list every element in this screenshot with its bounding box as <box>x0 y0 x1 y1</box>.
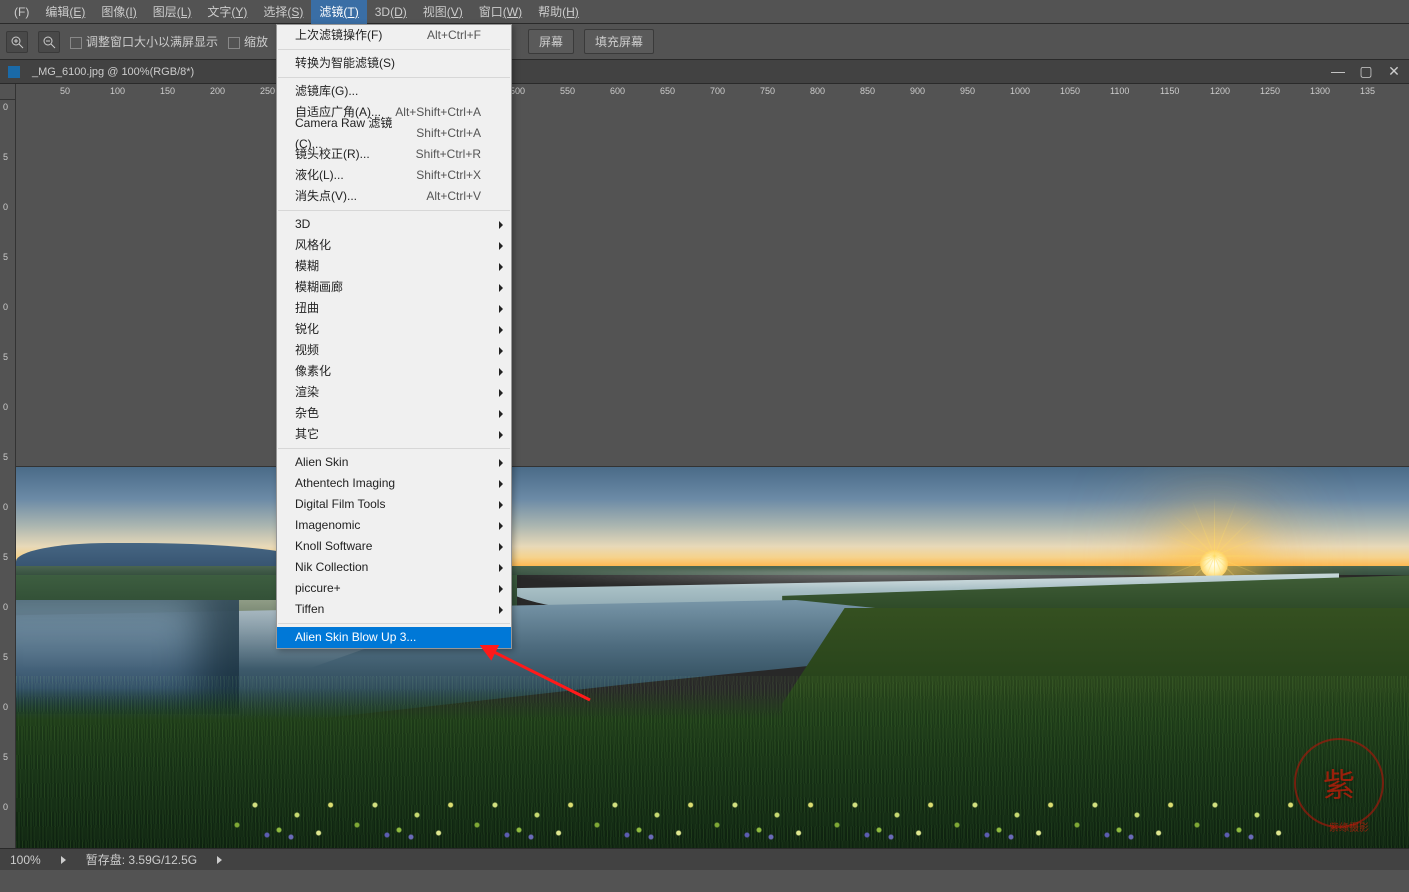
menu-image[interactable]: 图像(I) <box>93 0 144 24</box>
scratch-disk-info: 暂存盘: 3.59G/12.5G <box>86 851 197 868</box>
minimize-button[interactable]: — <box>1329 62 1347 80</box>
menuitem-plugin-7[interactable]: Tiffen <box>277 599 511 620</box>
menuitem-filtercat-2[interactable]: 模糊 <box>277 256 511 277</box>
ruler-corner <box>0 84 16 100</box>
menu-edit[interactable]: 编辑(E) <box>37 0 93 24</box>
horizontal-ruler[interactable]: 0501001502002503003504004505005506006507… <box>16 84 1409 467</box>
menu-filter[interactable]: 滤镜(T) <box>311 0 366 24</box>
fit-screen-button[interactable]: 屏幕 <box>528 29 574 54</box>
menu-separator <box>278 623 510 624</box>
menuitem-filtercat-0[interactable]: 3D <box>277 214 511 235</box>
canvas[interactable]: 紫 紫缘摄影 <box>16 467 1409 849</box>
menu-separator <box>278 49 510 50</box>
menuitem-convert-smart[interactable]: 转换为智能滤镜(S) <box>277 53 511 74</box>
menu-window[interactable]: 窗口(W) <box>471 0 530 24</box>
menu-separator <box>278 77 510 78</box>
close-button[interactable]: ✕ <box>1385 62 1403 80</box>
options-bar: 调整窗口大小以满屏显示 缩放 屏幕 填充屏幕 <box>0 24 1409 60</box>
menuitem-plugin-0[interactable]: Alien Skin <box>277 452 511 473</box>
menu-layer[interactable]: 图层(L) <box>145 0 200 24</box>
menuitem-filtercat-10[interactable]: 其它 <box>277 424 511 445</box>
watermark-subtitle: 紫缘摄影 <box>1329 819 1369 834</box>
image-content: 紫 紫缘摄影 <box>16 467 1409 849</box>
menuitem-plugin-5[interactable]: Nik Collection <box>277 557 511 578</box>
vertical-ruler[interactable]: 0505050505050505 <box>0 100 16 848</box>
menuitem-filtercat-6[interactable]: 视频 <box>277 340 511 361</box>
menu-separator <box>278 448 510 449</box>
menu-separator <box>278 210 510 211</box>
menuitem-plugin-1[interactable]: Athentech Imaging <box>277 473 511 494</box>
menu-help[interactable]: 帮助(H) <box>530 0 587 24</box>
zoom-checkbox[interactable]: 缩放 <box>228 33 268 50</box>
maximize-button[interactable]: ▢ <box>1357 62 1375 80</box>
menuitem-vanishing-point[interactable]: 消失点(V)...Alt+Ctrl+V <box>277 186 511 207</box>
resize-window-checkbox[interactable]: 调整窗口大小以满屏显示 <box>70 33 218 50</box>
status-arrow-icon[interactable] <box>61 856 66 864</box>
menuitem-filtercat-7[interactable]: 像素化 <box>277 361 511 382</box>
menuitem-last-filter[interactable]: 上次滤镜操作(F)Alt+Ctrl+F <box>277 25 511 46</box>
zoom-level[interactable]: 100% <box>10 853 41 867</box>
menuitem-filtercat-9[interactable]: 杂色 <box>277 403 511 424</box>
zoom-in-icon[interactable] <box>6 31 28 53</box>
menuitem-filtercat-3[interactable]: 模糊画廊 <box>277 277 511 298</box>
document-tab[interactable]: _MG_6100.jpg @ 100%(RGB/8*) <box>24 64 202 80</box>
canvas-area: 0505050505050505 05010015020025030035040… <box>0 84 1409 848</box>
menubar: (F) 编辑(E) 图像(I) 图层(L) 文字(Y) 选择(S) 滤镜(T) … <box>0 0 1409 24</box>
menuitem-plugin-2[interactable]: Digital Film Tools <box>277 494 511 515</box>
menu-file[interactable]: (F) <box>6 0 37 24</box>
menuitem-lens-correction[interactable]: 镜头校正(R)...Shift+Ctrl+R <box>277 144 511 165</box>
watermark: 紫 <box>1294 738 1384 828</box>
menuitem-liquify[interactable]: 液化(L)...Shift+Ctrl+X <box>277 165 511 186</box>
menu-select[interactable]: 选择(S) <box>255 0 311 24</box>
menuitem-filtercat-1[interactable]: 风格化 <box>277 235 511 256</box>
menuitem-camera-raw[interactable]: Camera Raw 滤镜(C)...Shift+Ctrl+A <box>277 123 511 144</box>
document-icon <box>8 66 20 78</box>
menu-type[interactable]: 文字(Y) <box>199 0 255 24</box>
menu-view[interactable]: 视图(V) <box>415 0 471 24</box>
filter-dropdown-menu: 上次滤镜操作(F)Alt+Ctrl+F 转换为智能滤镜(S) 滤镜库(G)...… <box>276 24 512 649</box>
menuitem-filtercat-5[interactable]: 锐化 <box>277 319 511 340</box>
menuitem-filtercat-8[interactable]: 渲染 <box>277 382 511 403</box>
menuitem-plugin-4[interactable]: Knoll Software <box>277 536 511 557</box>
fill-screen-button[interactable]: 填充屏幕 <box>584 29 654 54</box>
zoom-out-icon[interactable] <box>38 31 60 53</box>
menuitem-plugin-3[interactable]: Imagenomic <box>277 515 511 536</box>
status-arrow-icon[interactable] <box>217 856 222 864</box>
menuitem-filter-gallery[interactable]: 滤镜库(G)... <box>277 81 511 102</box>
menu-3d[interactable]: 3D(D) <box>367 0 415 24</box>
menuitem-plugin-6[interactable]: piccure+ <box>277 578 511 599</box>
status-bar: 100% 暂存盘: 3.59G/12.5G <box>0 848 1409 870</box>
menuitem-alien-skin-blowup[interactable]: Alien Skin Blow Up 3... <box>277 627 511 648</box>
menuitem-filtercat-4[interactable]: 扭曲 <box>277 298 511 319</box>
document-bar: _MG_6100.jpg @ 100%(RGB/8*) — ▢ ✕ <box>0 60 1409 84</box>
